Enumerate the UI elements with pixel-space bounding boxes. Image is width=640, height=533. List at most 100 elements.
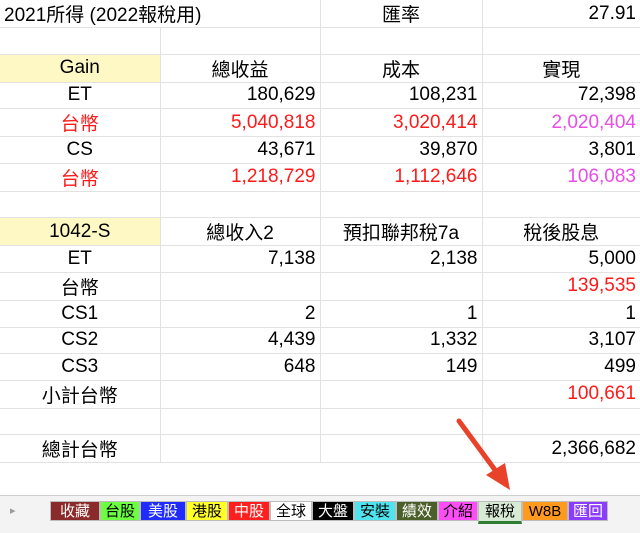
table-row: 台幣 5,040,818 3,020,414 2,020,404: [0, 108, 640, 138]
sheet-title[interactable]: 2021所得 (2022報稅用): [0, 0, 321, 28]
table-cell[interactable]: 2,366,682: [482, 434, 640, 464]
table-cell[interactable]: 成本: [320, 54, 483, 83]
table-cell[interactable]: 2,020,404: [482, 108, 640, 138]
table-cell[interactable]: 5,000: [482, 245, 640, 273]
chevron-right-icon[interactable]: ▸: [10, 504, 16, 517]
table-cell[interactable]: 匯率: [320, 0, 483, 28]
tab-4[interactable]: 港股: [186, 501, 228, 521]
table-cell[interactable]: 小計台幣: [0, 380, 161, 409]
table-cell[interactable]: 預扣聯邦稅7a: [320, 217, 483, 247]
table-row: Gain 總收益 成本 實現: [0, 54, 640, 83]
tab-navigation: ▸: [0, 496, 48, 533]
table-row: CS3 648 149 499: [0, 353, 640, 381]
table-cell[interactable]: 3,107: [482, 327, 640, 355]
table-cell[interactable]: 43,671: [160, 136, 321, 164]
table-row: [0, 408, 640, 436]
table-row: 2021所得 (2022報稅用) 匯率 27.91: [0, 0, 640, 28]
tab-9[interactable]: 績效: [396, 501, 438, 521]
table-cell[interactable]: 3,801: [482, 136, 640, 164]
table-cell[interactable]: Gain: [0, 54, 161, 83]
table-cell[interactable]: 稅後股息: [482, 217, 640, 247]
table-cell[interactable]: [160, 434, 321, 464]
table-row: CS1 2 1 1: [0, 300, 640, 328]
table-cell[interactable]: 台幣: [0, 272, 161, 301]
table-cell[interactable]: CS1: [0, 300, 161, 328]
table-cell[interactable]: 2: [160, 300, 321, 328]
tab-7[interactable]: 大盤: [312, 501, 354, 521]
table-row: 小計台幣 100,661: [0, 380, 640, 409]
table-cell[interactable]: [320, 272, 483, 301]
table-cell[interactable]: 1: [320, 300, 483, 328]
table-cell[interactable]: [320, 408, 483, 436]
table-cell[interactable]: [0, 27, 161, 55]
table-cell[interactable]: ET: [0, 82, 161, 110]
table-row: ET 7,138 2,138 5,000: [0, 245, 640, 273]
table-cell[interactable]: CS2: [0, 327, 161, 355]
table-cell[interactable]: 149: [320, 353, 483, 381]
table-cell[interactable]: [320, 434, 483, 464]
table-cell[interactable]: 台幣: [0, 108, 161, 138]
table-cell[interactable]: 39,870: [320, 136, 483, 164]
table-cell[interactable]: 27.91: [482, 0, 640, 28]
table-cell[interactable]: 139,535: [482, 272, 640, 301]
table-cell[interactable]: [482, 408, 640, 436]
table-row: CS 43,671 39,870 3,801: [0, 136, 640, 164]
table-cell[interactable]: 總收入2: [160, 217, 321, 247]
tab-12[interactable]: W8B: [522, 501, 568, 521]
tab-1[interactable]: 收藏: [50, 501, 100, 521]
table-cell[interactable]: 180,629: [160, 82, 321, 110]
table-cell[interactable]: [160, 272, 321, 301]
tab-8[interactable]: 安裝: [354, 501, 396, 521]
table-cell[interactable]: [160, 380, 321, 409]
table-cell[interactable]: CS3: [0, 353, 161, 381]
table-cell[interactable]: 1,112,646: [320, 163, 483, 192]
table-cell[interactable]: 7,138: [160, 245, 321, 273]
table-cell[interactable]: 106,083: [482, 163, 640, 192]
table-cell[interactable]: 總收益: [160, 54, 321, 83]
tab-11[interactable]: 報稅: [478, 501, 522, 524]
table-cell[interactable]: 72,398: [482, 82, 640, 110]
table-cell[interactable]: ET: [0, 245, 161, 273]
table-cell[interactable]: [160, 27, 321, 55]
table-row: [0, 191, 640, 219]
table-cell[interactable]: [320, 27, 483, 55]
table-row: CS2 4,439 1,332 3,107: [0, 327, 640, 355]
table-cell[interactable]: 1042-S: [0, 217, 161, 247]
table-row: 台幣 1,218,729 1,112,646 106,083: [0, 163, 640, 192]
table-cell[interactable]: [0, 191, 161, 219]
table-cell[interactable]: 4,439: [160, 327, 321, 355]
tab-5[interactable]: 中股: [228, 501, 270, 521]
table-cell[interactable]: [160, 191, 321, 219]
spreadsheet-grid: 2021所得 (2022報稅用) 匯率 27.91 Gain 總收益 成本 實現 ET 180,…: [0, 0, 640, 495]
table-cell[interactable]: [320, 191, 483, 219]
table-cell[interactable]: 台幣: [0, 163, 161, 192]
table-cell[interactable]: 1,332: [320, 327, 483, 355]
table-cell[interactable]: [0, 408, 161, 436]
table-cell[interactable]: 5,040,818: [160, 108, 321, 138]
table-cell[interactable]: 1: [482, 300, 640, 328]
tab-10[interactable]: 介紹: [438, 501, 478, 521]
table-cell[interactable]: 2,138: [320, 245, 483, 273]
table-cell[interactable]: [160, 408, 321, 436]
table-cell[interactable]: 總計台幣: [0, 434, 161, 464]
tab-13[interactable]: 匯回: [568, 501, 608, 521]
table-cell[interactable]: [320, 380, 483, 409]
table-row: 1042-S 總收入2 預扣聯邦稅7a 稅後股息: [0, 217, 640, 247]
tab-3[interactable]: 美股: [140, 501, 186, 521]
sheet-tab-bar: ▸ 收藏 台股 美股 港股 中股 全球 大盤 安裝 績效 介紹 報稅 W8B 匯回: [0, 495, 640, 533]
table-cell[interactable]: 1,218,729: [160, 163, 321, 192]
table-cell[interactable]: [482, 191, 640, 219]
table-cell[interactable]: 100,661: [482, 380, 640, 409]
table-cell[interactable]: 648: [160, 353, 321, 381]
table-cell[interactable]: 108,231: [320, 82, 483, 110]
table-cell[interactable]: [482, 27, 640, 55]
table-cell[interactable]: 3,020,414: [320, 108, 483, 138]
tab-2[interactable]: 台股: [100, 501, 140, 521]
table-cell[interactable]: CS: [0, 136, 161, 164]
table-row: ET 180,629 108,231 72,398: [0, 82, 640, 110]
data-table: 2021所得 (2022報稅用) 匯率 27.91 Gain 總收益 成本 實現 ET 180,…: [0, 0, 640, 464]
table-cell[interactable]: 實現: [482, 54, 640, 83]
table-row: 台幣 139,535: [0, 272, 640, 301]
table-cell[interactable]: 499: [482, 353, 640, 381]
tab-6[interactable]: 全球: [270, 501, 312, 521]
